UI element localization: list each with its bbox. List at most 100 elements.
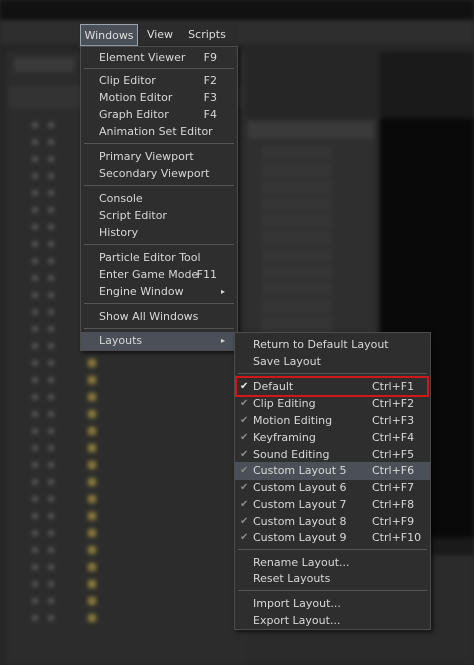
menu-item-label: Custom Layout 9 <box>253 531 347 544</box>
dot-icon <box>48 309 54 315</box>
menu-item-layout-clip-editing[interactable]: ✔ Clip Editing Ctrl+F2 <box>235 395 430 412</box>
dot-icon <box>32 428 38 434</box>
background-row <box>14 407 234 421</box>
menu-item-label: Custom Layout 6 <box>253 481 347 494</box>
menu-item-save-layout[interactable]: Save Layout <box>235 353 430 370</box>
menu-item-element-viewer[interactable]: Element Viewer F9 <box>81 49 237 66</box>
properties-header <box>248 122 374 138</box>
menu-item-script-editor[interactable]: Script Editor <box>81 207 237 224</box>
background-row <box>14 611 234 625</box>
dot-icon <box>48 394 54 400</box>
menu-item-clip-editor[interactable]: Clip Editor F2 <box>81 72 237 89</box>
menu-item-layout-sound-editing[interactable]: ✔ Sound Editing Ctrl+F5 <box>235 446 430 463</box>
dot-icon <box>32 139 38 145</box>
menu-item-shortcut: Ctrl+F5 <box>372 448 415 461</box>
checkmark-icon: ✔ <box>240 465 249 476</box>
dot-icon <box>32 445 38 451</box>
checkmark-icon: ✔ <box>240 516 249 527</box>
dot-icon <box>32 326 38 332</box>
window-titlebar <box>0 0 474 20</box>
menu-item-rename-layout[interactable]: Rename Layout... <box>235 554 430 571</box>
menu-item-show-all-windows[interactable]: Show All Windows <box>81 308 237 325</box>
background-row <box>14 543 234 557</box>
background-cell <box>262 231 332 245</box>
dot-icon <box>32 496 38 502</box>
submenu-arrow-icon: ▸ <box>220 287 225 296</box>
folder-icon <box>88 376 96 384</box>
dot-icon <box>48 173 54 179</box>
menu-item-animation-set-editor[interactable]: Animation Set Editor <box>81 123 237 140</box>
background-row <box>14 373 234 387</box>
dot-icon <box>48 530 54 536</box>
menu-item-export-layout[interactable]: Export Layout... <box>235 612 430 629</box>
menu-item-primary-viewport[interactable]: Primary Viewport <box>81 148 237 165</box>
dot-icon <box>48 343 54 349</box>
menu-item-label: Import Layout... <box>253 597 341 610</box>
dot-icon <box>32 292 38 298</box>
windows-dropdown: Element Viewer F9 Clip Editor F2 Motion Ed… <box>80 46 238 351</box>
menu-item-label: Rename Layout... <box>253 556 350 569</box>
menu-item-shortcut: Ctrl+F4 <box>372 431 415 444</box>
menu-item-layout-custom-6[interactable]: ✔ Custom Layout 6 Ctrl+F7 <box>235 479 430 496</box>
menu-item-layout-custom-8[interactable]: ✔ Custom Layout 8 Ctrl+F9 <box>235 513 430 530</box>
dot-icon <box>32 547 38 553</box>
menu-item-shortcut: F3 <box>203 91 217 104</box>
dot-icon <box>48 547 54 553</box>
folder-icon <box>88 546 96 554</box>
submenu-arrow-icon: ▸ <box>220 336 225 345</box>
menu-separator <box>84 328 234 329</box>
background-row <box>14 526 234 540</box>
menu-item-console[interactable]: Console <box>81 190 237 207</box>
menu-item-secondary-viewport[interactable]: Secondary Viewport <box>81 165 237 182</box>
menu-item-layout-custom-7[interactable]: ✔ Custom Layout 7 Ctrl+F8 <box>235 496 430 513</box>
menu-item-return-to-default-layout[interactable]: Return to Default Layout <box>235 336 430 353</box>
folder-icon <box>88 461 96 469</box>
dot-icon <box>32 258 38 264</box>
menu-item-label: Motion Editor <box>99 91 173 104</box>
background-row <box>14 424 234 438</box>
menu-item-shortcut: Ctrl+F8 <box>372 498 415 511</box>
menu-item-layout-motion-editing[interactable]: ✔ Motion Editing Ctrl+F3 <box>235 412 430 429</box>
dot-icon <box>48 258 54 264</box>
menu-item-shortcut: F2 <box>203 74 217 87</box>
menu-item-label: Clip Editor <box>99 74 156 87</box>
checkmark-icon: ✔ <box>240 532 249 543</box>
menu-separator <box>84 303 234 304</box>
menu-item-layouts[interactable]: Layouts ▸ <box>81 332 237 350</box>
menu-item-shortcut: Ctrl+F2 <box>372 397 415 410</box>
menu-item-label: Particle Editor Tool <box>99 251 201 264</box>
menu-item-label: Animation Set Editor <box>99 125 213 138</box>
menu-item-layout-custom-5[interactable]: ✔ Custom Layout 5 Ctrl+F6 <box>235 462 430 480</box>
background-cell <box>262 299 332 313</box>
menu-item-engine-window[interactable]: Engine Window ▸ <box>81 283 237 300</box>
menu-item-layout-custom-9[interactable]: ✔ Custom Layout 9 Ctrl+F10 <box>235 529 430 546</box>
menu-item-shortcut: Ctrl+F9 <box>372 515 415 528</box>
menu-view[interactable]: View <box>140 24 180 46</box>
dot-icon <box>48 615 54 621</box>
menu-separator <box>238 373 427 374</box>
menu-item-import-layout[interactable]: Import Layout... <box>235 595 430 612</box>
dot-icon <box>48 241 54 247</box>
menu-scripts[interactable]: Scripts <box>182 24 232 46</box>
folder-icon <box>88 597 96 605</box>
menu-item-particle-editor-tool[interactable]: Particle Editor Tool <box>81 249 237 266</box>
menu-item-label: Custom Layout 8 <box>253 515 347 528</box>
dot-icon <box>48 411 54 417</box>
menu-item-reset-layouts[interactable]: Reset Layouts <box>235 570 430 587</box>
menu-item-shortcut: Ctrl+F10 <box>372 531 422 544</box>
panel-tab <box>14 58 74 72</box>
menu-item-enter-game-mode[interactable]: Enter Game Mode F11 <box>81 266 237 283</box>
menu-item-label: Sound Editing <box>253 448 330 461</box>
menu-windows[interactable]: Windows <box>80 24 138 46</box>
menu-item-motion-editor[interactable]: Motion Editor F3 <box>81 89 237 106</box>
menu-item-history[interactable]: History <box>81 224 237 241</box>
checkmark-icon: ✔ <box>240 415 249 426</box>
menu-item-shortcut: Ctrl+F6 <box>372 464 415 477</box>
menu-separator <box>238 590 427 591</box>
menu-item-label: Secondary Viewport <box>99 167 210 180</box>
menu-item-shortcut: Ctrl+F3 <box>372 414 415 427</box>
menu-item-graph-editor[interactable]: Graph Editor F4 <box>81 106 237 123</box>
dot-icon <box>32 241 38 247</box>
menu-item-layout-keyframing[interactable]: ✔ Keyframing Ctrl+F4 <box>235 429 430 446</box>
menu-item-label: Graph Editor <box>99 108 169 121</box>
